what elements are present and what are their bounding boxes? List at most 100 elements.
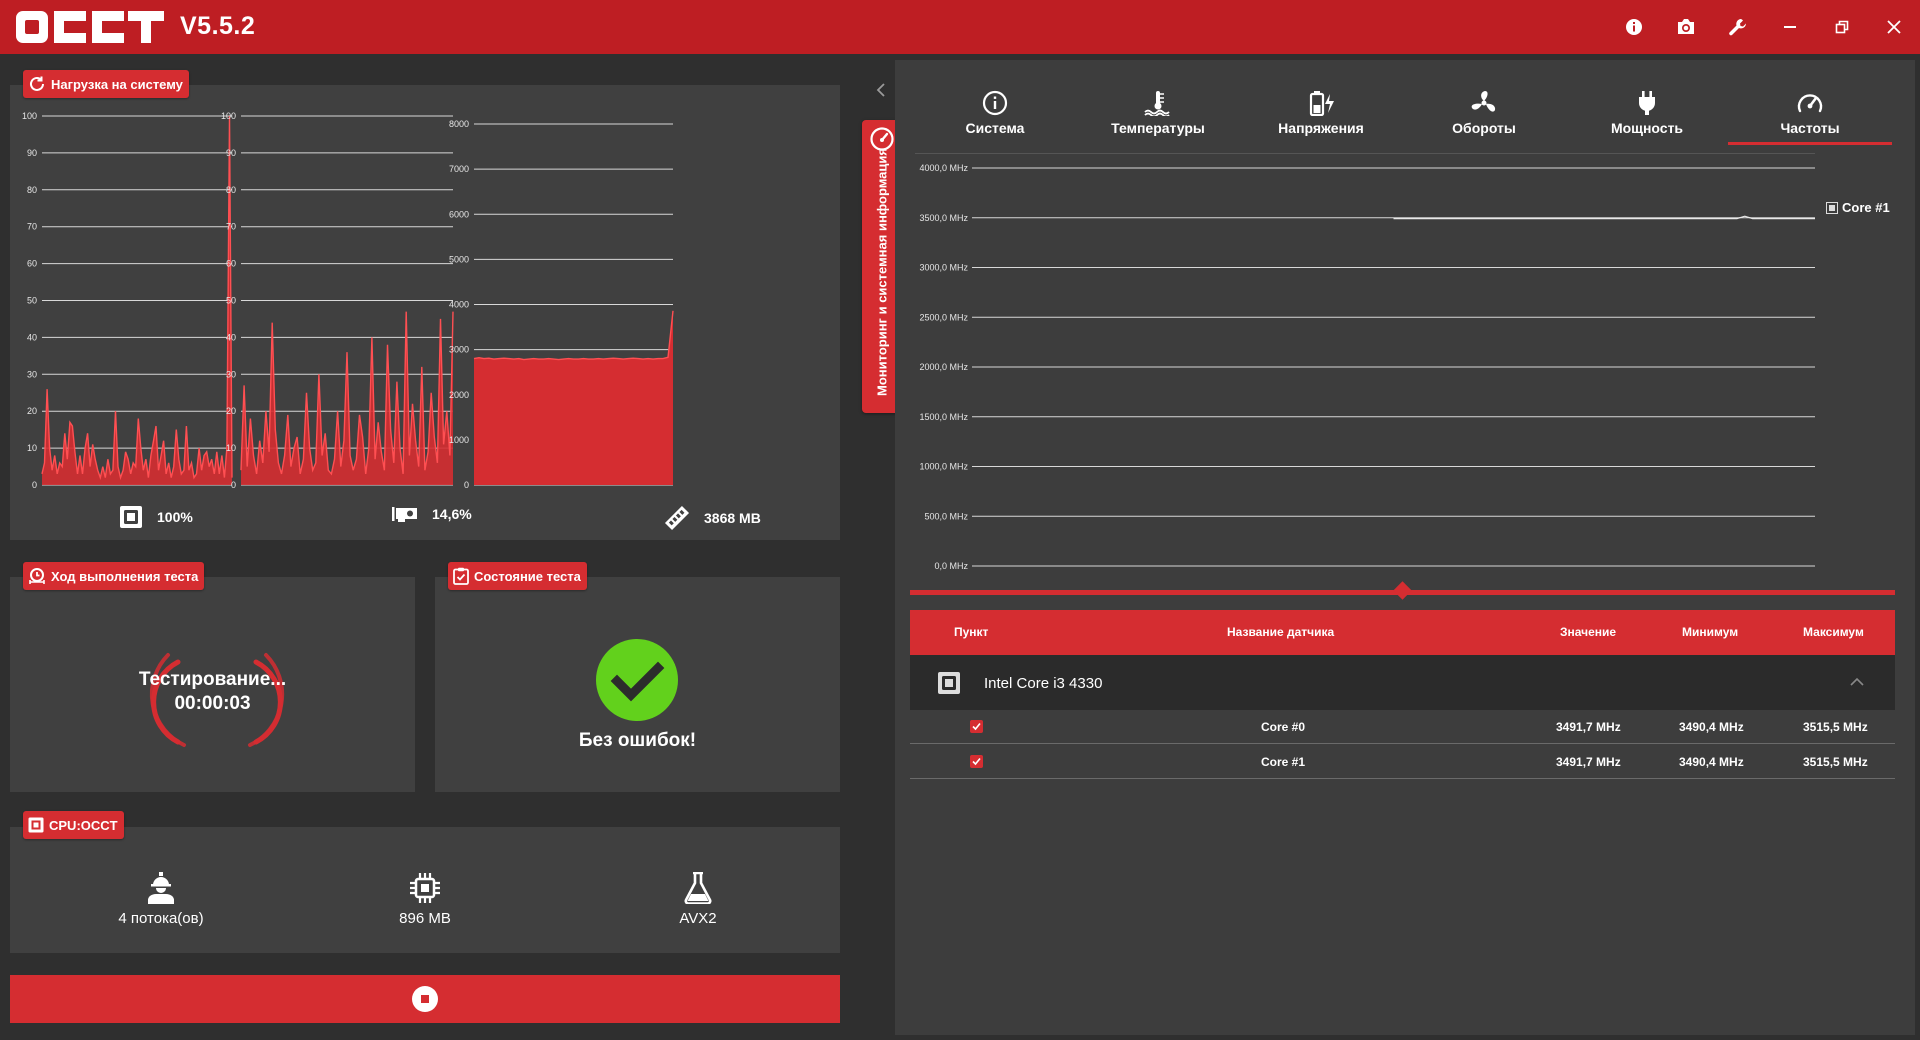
- title-bar: V5.5.2: [0, 0, 1920, 54]
- chevron-up-icon[interactable]: [1850, 677, 1864, 687]
- memory-value: 896 MB: [399, 910, 451, 927]
- check-success-icon: [596, 639, 678, 721]
- tab-frequencies-label: Частоты: [1780, 120, 1840, 136]
- sensor-max: 3515,5 MHz: [1803, 720, 1868, 734]
- restore-icon: [1835, 20, 1849, 34]
- y-tick-label: 2000: [449, 390, 469, 400]
- y-tick-label: 70: [27, 222, 37, 232]
- threads-info: 4 потока(ов): [61, 872, 261, 927]
- y-tick-label: 8000: [449, 119, 469, 129]
- close-icon: [1887, 20, 1901, 34]
- monitoring-side-tab-label: Мониторинг и системная информация: [874, 148, 890, 397]
- y-tick-label: 80: [226, 185, 236, 195]
- row-checkbox[interactable]: [970, 720, 983, 733]
- minimize-icon: [1784, 26, 1796, 28]
- row-checkbox[interactable]: [970, 755, 983, 768]
- instruction-set-value: AVX2: [679, 910, 717, 927]
- collapse-chevron-icon[interactable]: [872, 80, 892, 100]
- battery-bolt-icon: [1309, 91, 1334, 116]
- system-load-tab: Нагрузка на систему: [23, 70, 189, 98]
- app-version: V5.5.2: [180, 12, 256, 40]
- flask-icon: [684, 872, 712, 904]
- load-charts: 1009080706050403020100100908070605040302…: [22, 111, 674, 490]
- plug-icon: [1639, 91, 1655, 115]
- speedometer-icon: [1797, 94, 1823, 113]
- threads-value: 4 потока(ов): [118, 910, 204, 927]
- y-tick-label: 0: [231, 480, 236, 490]
- cpu-test-tab: CPU:OCCT: [23, 811, 124, 839]
- tab-fans[interactable]: Обороты: [1409, 90, 1559, 136]
- close-button[interactable]: [1879, 12, 1909, 42]
- restore-button[interactable]: [1827, 12, 1857, 42]
- y-tick-label: 40: [27, 332, 37, 342]
- sensor-min: 3490,4 MHz: [1679, 755, 1744, 769]
- info-button[interactable]: [1619, 12, 1649, 42]
- col-sensor-header: Название датчика: [1227, 625, 1335, 639]
- gpu-load-readout: 14,6%: [392, 505, 472, 523]
- test-progress-title: Ход выполнения теста: [51, 568, 199, 584]
- legend-checkbox[interactable]: [1826, 201, 1838, 214]
- occt-logo: [16, 11, 164, 43]
- test-result-text: Без ошибок!: [578, 730, 697, 751]
- info-icon: [1626, 19, 1642, 35]
- y-tick-label: 50: [27, 296, 37, 306]
- sensor-table-header: Пункт Название датчика Значение Минимум …: [910, 610, 1895, 655]
- y-tick-label: 30: [27, 369, 37, 379]
- test-state-panel: Без ошибок!: [435, 577, 840, 792]
- tab-voltages-label: Напряжения: [1278, 120, 1364, 136]
- ram-icon: [664, 505, 690, 531]
- y-tick-label: 20: [226, 406, 236, 416]
- cpu-icon: [120, 506, 142, 528]
- test-state-tab: Состояние теста: [448, 562, 587, 590]
- test-elapsed-time: 00:00:03: [174, 693, 251, 714]
- tab-system[interactable]: Система: [920, 90, 1070, 136]
- tab-fans-label: Обороты: [1452, 120, 1516, 136]
- y-tick-label: 0: [32, 480, 37, 490]
- tab-system-label: Система: [965, 120, 1025, 136]
- y-tick-label: 1000: [449, 435, 469, 445]
- cpu-load-value: 100%: [157, 509, 193, 525]
- stop-icon: [412, 986, 438, 1012]
- tab-power[interactable]: Мощность: [1572, 90, 1722, 136]
- sensor-group-row[interactable]: Intel Core i3 4330: [910, 655, 1895, 710]
- timer-icon: [29, 568, 45, 584]
- tab-divider: [915, 153, 1815, 154]
- stop-test-button[interactable]: [10, 975, 840, 1023]
- tab-voltages[interactable]: Напряжения: [1246, 90, 1396, 136]
- col-item-header: Пункт: [954, 625, 989, 639]
- y-tick-label: 3000: [449, 345, 469, 355]
- series-line: [41, 115, 233, 481]
- gpu-load-value: 14,6%: [432, 506, 472, 522]
- instruction-set-info: AVX2: [598, 872, 798, 927]
- tab-frequencies[interactable]: Частоты: [1735, 90, 1885, 136]
- sensor-name: Core #1: [1261, 755, 1306, 769]
- gauge-refresh-icon: [30, 76, 44, 91]
- sensor-max: 3515,5 MHz: [1803, 755, 1868, 769]
- clipboard-check-icon: [453, 567, 469, 585]
- y-tick-label: 80: [27, 185, 37, 195]
- y-tick-label: 6000: [449, 209, 469, 219]
- minimize-button[interactable]: [1775, 12, 1805, 42]
- tab-power-label: Мощность: [1610, 120, 1684, 136]
- cpu-icon: [28, 817, 44, 833]
- series-line: [473, 310, 674, 361]
- camera-icon: [1678, 19, 1694, 34]
- monitoring-panel: [895, 60, 1915, 1035]
- settings-button[interactable]: [1723, 12, 1753, 42]
- col-value-header: Значение: [1560, 625, 1617, 639]
- y-tick-label: 100: [22, 111, 37, 121]
- sensor-name: Core #0: [1261, 720, 1306, 734]
- tab-temperatures[interactable]: Температуры: [1083, 90, 1233, 136]
- y-tick-label: 100: [221, 111, 236, 121]
- worker-icon: [148, 872, 174, 904]
- ram-usage-readout: 3868 MB: [664, 505, 761, 531]
- sensor-min: 3490,4 MHz: [1679, 720, 1744, 734]
- y-tick-label: 40: [226, 332, 236, 342]
- legend-series-name: Core #1: [1842, 200, 1890, 215]
- system-load-panel: 100 90 80 70 60 50 40 30 20 10 0 100 90 80 70 60 50 40 30 2…: [10, 85, 840, 540]
- cpu-load-readout: 100%: [119, 505, 193, 529]
- active-tab-indicator: [1728, 142, 1892, 145]
- screenshot-button[interactable]: [1671, 12, 1701, 42]
- y-tick-label: 90: [27, 148, 37, 158]
- chart-legend[interactable]: Core #1: [1826, 200, 1890, 215]
